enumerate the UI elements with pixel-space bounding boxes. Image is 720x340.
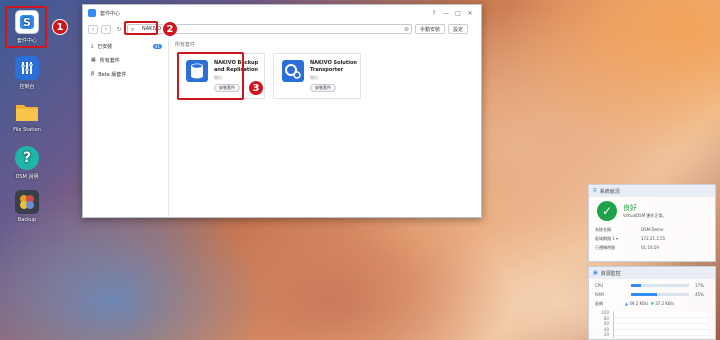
- highlight-package-center: [5, 6, 47, 48]
- info-value: 01:16:59: [641, 245, 659, 250]
- desktop-icon-label: 控制台: [19, 84, 35, 90]
- info-value: 172.21.2.55: [641, 236, 666, 241]
- download-icon: ⤓: [91, 43, 94, 49]
- info-row: 區域網路 1 ▾ 172.21.2.55: [589, 234, 715, 243]
- clear-search-icon[interactable]: ⊗: [404, 26, 409, 33]
- upload-rate: 49.2 KB/s: [629, 301, 649, 306]
- folder-icon: [15, 100, 39, 124]
- package-category: 備份: [310, 75, 318, 80]
- widget-title: 系統狀況: [599, 188, 620, 195]
- package-center-window[interactable]: 套件中心 ? — □ ✕ ‹ › ↻ ⌕ NAKIVO ⊗ 手動安裝 設定 ⤓ …: [82, 4, 482, 218]
- control-panel-icon: [15, 56, 39, 80]
- package-name: NAKIVO Solution Transporter: [310, 60, 357, 73]
- desktop-icon-file-station[interactable]: File Station: [6, 100, 48, 133]
- window-app-icon: [88, 9, 96, 17]
- backup-icon: [15, 190, 39, 214]
- network-chart: 100 80 60 40 20: [595, 310, 709, 338]
- section-label: 所有套件: [175, 42, 196, 48]
- cpu-row: CPU 17%: [589, 281, 715, 290]
- cpu-label: CPU: [595, 283, 604, 288]
- chevron-right-icon: ›: [104, 25, 108, 33]
- info-value: DSM-Demo: [641, 227, 664, 232]
- health-status-sub: VirtualDSM 運作正常。: [623, 213, 667, 218]
- sidebar-item-all-packages[interactable]: ▦ 所有套件: [83, 53, 168, 67]
- desktop-icon-label: Backup: [17, 217, 37, 223]
- info-row: 已運轉時間 01:16:59: [589, 243, 715, 252]
- forward-button[interactable]: ›: [101, 24, 111, 34]
- ram-label: RAM: [595, 292, 604, 297]
- maximize-button[interactable]: □: [452, 10, 464, 17]
- sidebar: ⤓ 已安裝 41 ▦ 所有套件 β Beta 版套件: [83, 39, 169, 217]
- widget-title: 資源監控: [600, 270, 621, 277]
- help-button[interactable]: ?: [428, 10, 440, 17]
- health-status: 良好: [623, 204, 637, 212]
- manual-install-button[interactable]: 手動安裝: [415, 24, 446, 34]
- desktop-icon-label: File Station: [13, 127, 41, 133]
- install-package-button[interactable]: 安裝套件: [310, 84, 336, 92]
- desktop-icon-label: DSM 說明: [15, 174, 39, 180]
- sidebar-item-beta[interactable]: β Beta 版套件: [83, 67, 168, 81]
- minimize-button[interactable]: —: [440, 10, 452, 17]
- gears-icon: [282, 60, 304, 82]
- refresh-icon: ↻: [116, 25, 122, 33]
- ram-row: RAM 45%: [589, 290, 715, 299]
- chevron-left-icon: ‹: [91, 25, 95, 33]
- y-tick: 20: [603, 332, 609, 337]
- help-icon: ?: [15, 146, 39, 170]
- chart-plot-area: [613, 312, 709, 338]
- widget-header: ▣ 資源監控: [589, 267, 715, 279]
- resource-monitor-widget[interactable]: ▣ 資源監控 CPU 17% RAM 45% 區網 ▲ 49.2 KB/s ▼ …: [588, 266, 716, 340]
- callout-badge-1: 1: [52, 19, 68, 35]
- ram-value: 45%: [695, 292, 704, 297]
- window-titlebar[interactable]: 套件中心 ? — □ ✕: [83, 5, 481, 21]
- check-icon: ✓: [597, 201, 617, 221]
- download-rate: 37.2 KB/s: [655, 301, 675, 306]
- installed-count-badge: 41: [152, 43, 162, 49]
- package-card-nakivo-transporter[interactable]: NAKIVO Solution Transporter 備份 安裝套件: [273, 53, 361, 99]
- refresh-button[interactable]: ↻: [114, 25, 124, 34]
- ram-bar-fill: [631, 293, 658, 296]
- shield-icon: ⛨: [593, 188, 597, 194]
- network-label: 區網: [595, 300, 603, 306]
- highlight-package-card: [177, 52, 244, 100]
- highlight-search: [124, 21, 158, 35]
- info-key: 已運轉時間: [595, 244, 615, 250]
- chart-y-axis: 100 80 60 40 20: [595, 310, 609, 338]
- callout-badge-3: 3: [248, 80, 264, 96]
- system-health-widget[interactable]: ⛨ 系統狀況 ✓ 良好 VirtualDSM 運作正常。 系統名稱 DSM-Dem…: [588, 184, 716, 262]
- desktop-icon-backup[interactable]: Backup: [6, 190, 48, 223]
- cpu-bar-fill: [631, 284, 641, 287]
- info-row: 系統名稱 DSM-Demo: [589, 225, 715, 234]
- upload-icon: ▲: [625, 301, 629, 306]
- sidebar-item-installed[interactable]: ⤓ 已安裝 41: [83, 39, 168, 53]
- cpu-bar: [631, 284, 689, 287]
- settings-button[interactable]: 設定: [448, 24, 469, 34]
- sidebar-item-label: Beta 版套件: [98, 71, 127, 78]
- sidebar-item-label: 所有套件: [99, 57, 120, 64]
- sidebar-item-label: 已安裝: [97, 43, 113, 50]
- desktop-icon-control-panel[interactable]: 控制台: [6, 56, 48, 90]
- monitor-icon: ▣: [593, 270, 598, 276]
- info-key: 系統名稱: [595, 226, 611, 232]
- beta-icon: β: [91, 71, 95, 77]
- network-row: 區網 ▲ 49.2 KB/s ▼ 37.2 KB/s: [589, 299, 715, 308]
- desktop-icon-help[interactable]: ? DSM 說明: [6, 146, 48, 180]
- info-key[interactable]: 區域網路 1 ▾: [595, 236, 641, 242]
- ram-bar: [631, 293, 689, 296]
- callout-badge-2: 2: [162, 21, 178, 37]
- back-button[interactable]: ‹: [88, 24, 98, 34]
- widget-header: ⛨ 系統狀況: [589, 185, 715, 197]
- cpu-value: 17%: [695, 283, 704, 288]
- window-title: 套件中心: [100, 10, 121, 17]
- close-button[interactable]: ✕: [464, 10, 476, 17]
- download-icon: ▼: [650, 301, 654, 306]
- grid-icon: ▦: [91, 57, 96, 63]
